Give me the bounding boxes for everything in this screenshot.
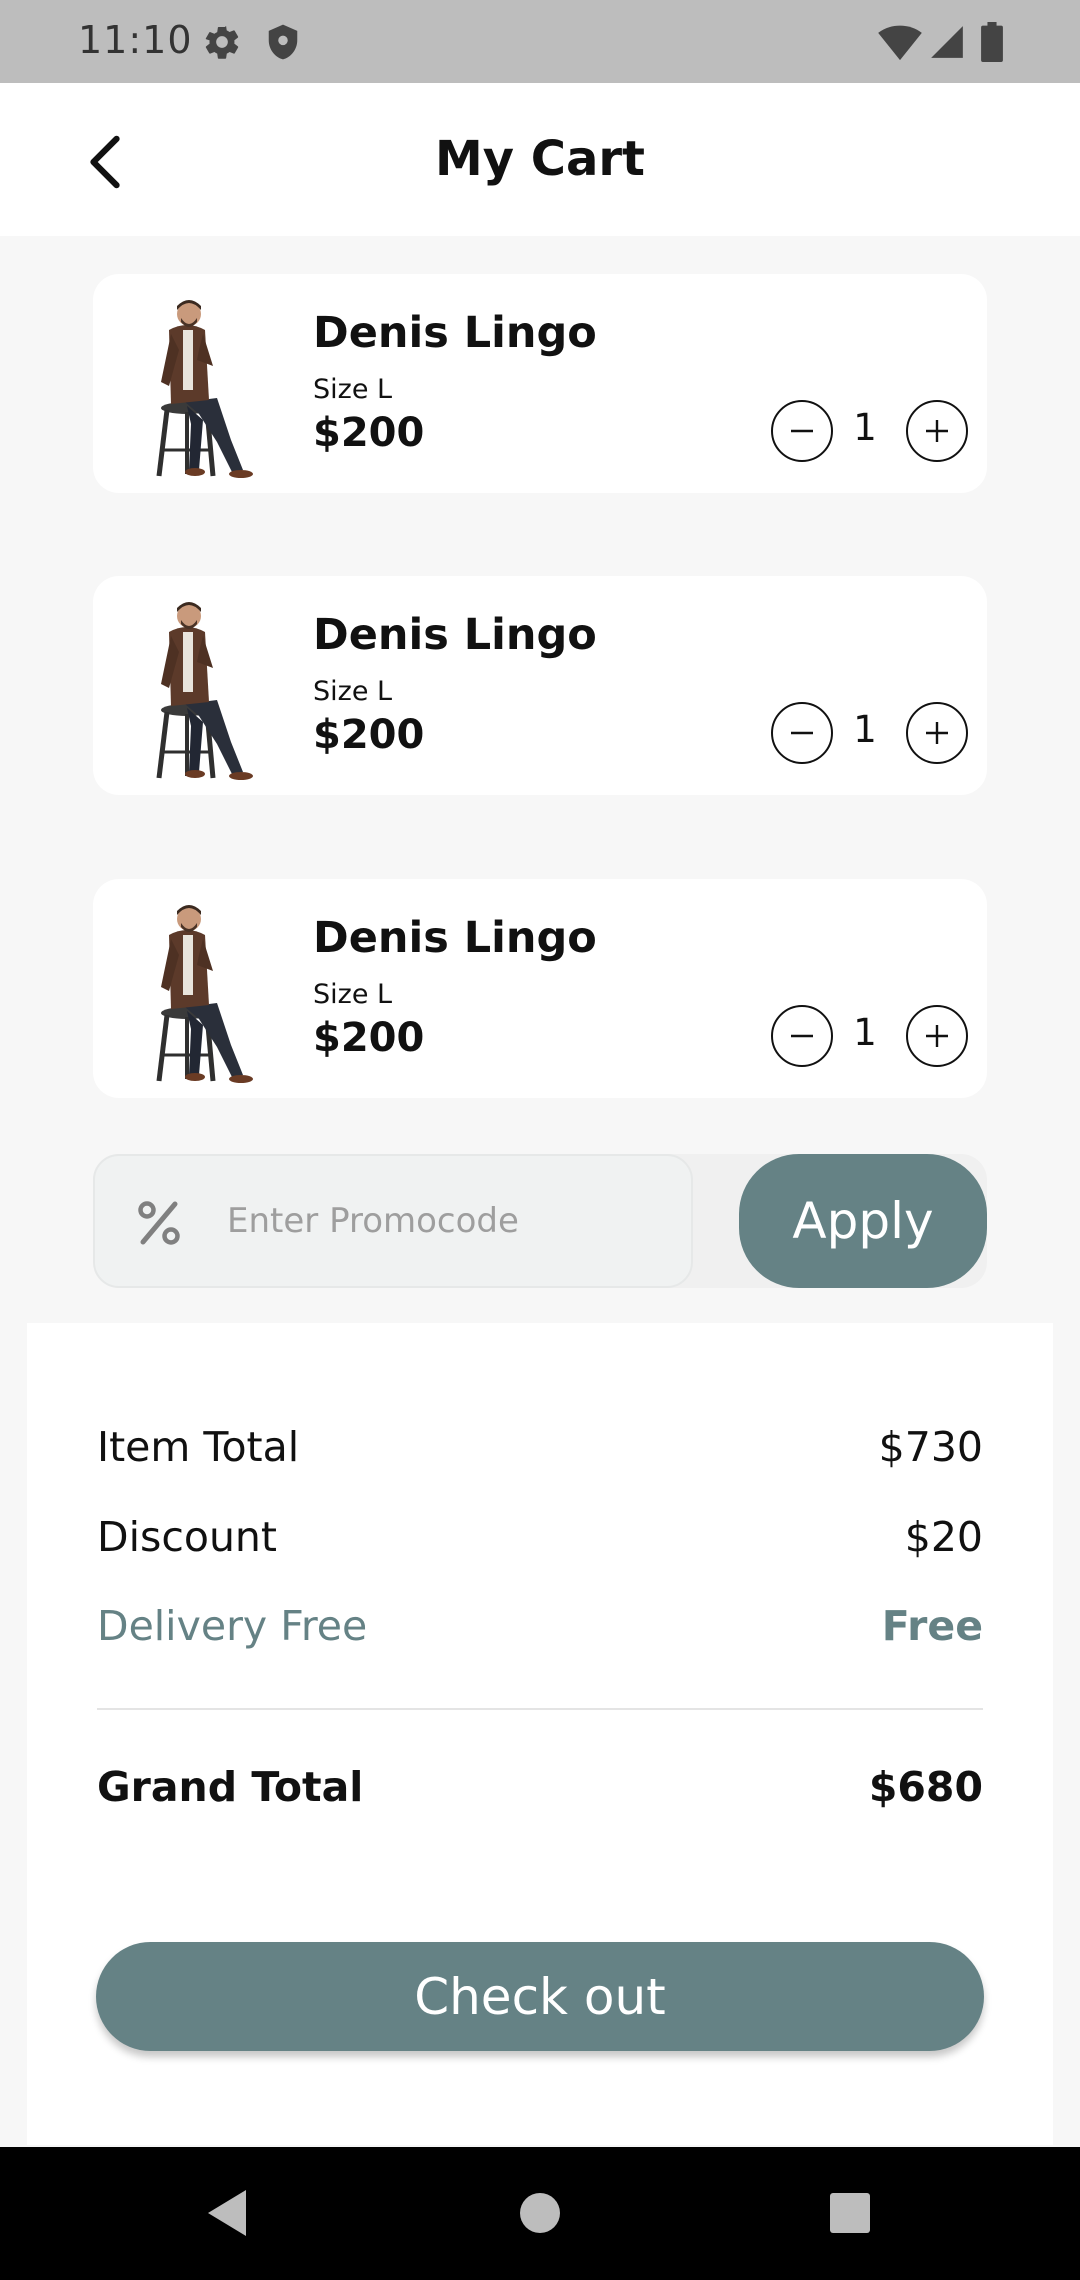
delivery-row: Delivery Free Free bbox=[97, 1602, 983, 1662]
product-price: $200 bbox=[313, 410, 425, 456]
apply-button[interactable]: Apply bbox=[739, 1154, 987, 1288]
product-size: Size L bbox=[313, 676, 393, 707]
product-image bbox=[147, 895, 257, 1085]
nav-back-button[interactable] bbox=[194, 2181, 258, 2245]
minus-icon bbox=[791, 429, 813, 433]
status-bar: 11:10 bbox=[0, 0, 1080, 83]
shield-icon bbox=[264, 22, 302, 66]
grand-total-label: Grand Total bbox=[97, 1763, 364, 1811]
item-total-label: Item Total bbox=[97, 1423, 300, 1471]
percent-icon bbox=[138, 1201, 180, 1245]
product-image bbox=[147, 290, 257, 480]
promo-field[interactable] bbox=[93, 1154, 693, 1288]
product-name: Denis Lingo bbox=[313, 610, 597, 660]
increase-quantity-button[interactable] bbox=[906, 702, 968, 764]
discount-row: Discount $20 bbox=[97, 1513, 983, 1573]
discount-label: Discount bbox=[97, 1513, 277, 1561]
system-nav-bar bbox=[0, 2147, 1080, 2280]
quantity-value: 1 bbox=[853, 1011, 877, 1054]
nav-recents-button[interactable] bbox=[818, 2181, 882, 2245]
nav-home-button[interactable] bbox=[508, 2181, 572, 2245]
product-name: Denis Lingo bbox=[313, 308, 597, 358]
plus-icon bbox=[926, 420, 948, 442]
delivery-label: Delivery Free bbox=[97, 1602, 368, 1650]
cart-item-card: Denis Lingo Size L $200 1 bbox=[93, 576, 987, 795]
product-name: Denis Lingo bbox=[313, 913, 597, 963]
product-size: Size L bbox=[313, 374, 393, 405]
plus-icon bbox=[926, 1025, 948, 1047]
order-summary: Item Total $730 Discount $20 Delivery Fr… bbox=[27, 1323, 1053, 2145]
item-total-value: $730 bbox=[878, 1423, 983, 1471]
decrease-quantity-button[interactable] bbox=[771, 702, 833, 764]
quantity-value: 1 bbox=[853, 406, 877, 449]
discount-value: $20 bbox=[904, 1513, 983, 1561]
increase-quantity-button[interactable] bbox=[906, 400, 968, 462]
cart-item-card: Denis Lingo Size L $200 1 bbox=[93, 879, 987, 1098]
recents-square-icon bbox=[830, 2193, 870, 2233]
page-title: My Cart bbox=[435, 131, 645, 187]
product-image bbox=[147, 592, 257, 782]
delivery-value: Free bbox=[881, 1602, 983, 1650]
wifi-icon bbox=[878, 22, 922, 66]
minus-icon bbox=[791, 731, 813, 735]
item-total-row: Item Total $730 bbox=[97, 1423, 983, 1483]
signal-icon bbox=[928, 22, 966, 66]
status-time: 11:10 bbox=[78, 18, 193, 62]
minus-icon bbox=[791, 1034, 813, 1038]
decrease-quantity-button[interactable] bbox=[771, 400, 833, 462]
grand-total-value: $680 bbox=[868, 1763, 983, 1811]
product-price: $200 bbox=[313, 712, 425, 758]
plus-icon bbox=[926, 722, 948, 744]
quantity-value: 1 bbox=[853, 708, 877, 751]
summary-divider bbox=[97, 1708, 983, 1710]
checkout-button[interactable]: Check out bbox=[96, 1942, 984, 2051]
app-bar: My Cart bbox=[0, 83, 1080, 236]
back-triangle-icon bbox=[208, 2190, 246, 2236]
decrease-quantity-button[interactable] bbox=[771, 1005, 833, 1067]
home-circle-icon bbox=[520, 2193, 560, 2233]
product-size: Size L bbox=[313, 979, 393, 1010]
cart-item-card: Denis Lingo Size L $200 1 bbox=[93, 274, 987, 493]
battery-icon bbox=[980, 22, 1004, 66]
product-price: $200 bbox=[313, 1015, 425, 1061]
increase-quantity-button[interactable] bbox=[906, 1005, 968, 1067]
promo-code-input[interactable] bbox=[225, 1200, 669, 1242]
promo-section: Apply bbox=[93, 1154, 987, 1288]
settings-icon bbox=[202, 22, 242, 66]
grand-total-row: Grand Total $680 bbox=[97, 1763, 983, 1823]
